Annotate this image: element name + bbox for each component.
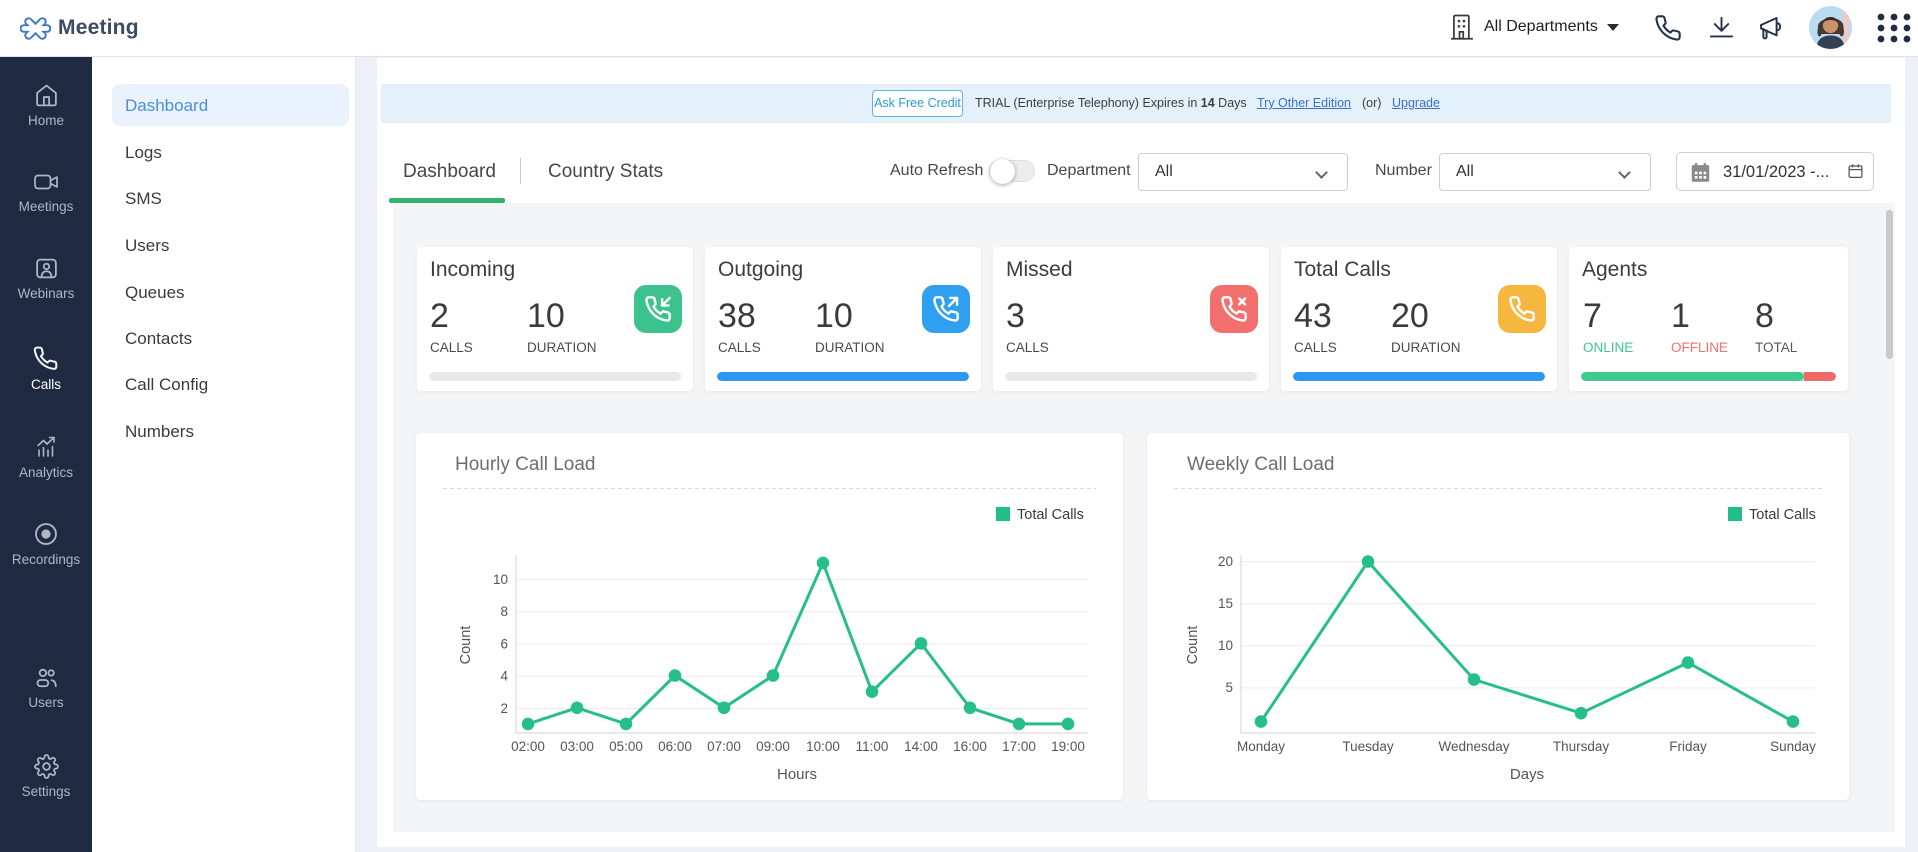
- svg-text:03:00: 03:00: [560, 739, 594, 754]
- svg-text:02:00: 02:00: [511, 739, 545, 754]
- svg-text:14:00: 14:00: [904, 739, 938, 754]
- svg-text:Hourly Call Load: Hourly Call Load: [455, 454, 595, 475]
- svg-text:06:00: 06:00: [658, 739, 692, 754]
- svg-text:Total Calls: Total Calls: [1017, 507, 1084, 523]
- svg-text:Weekly Call Load: Weekly Call Load: [1187, 454, 1335, 475]
- svg-text:Days: Days: [1510, 766, 1544, 783]
- svg-text:Tuesday: Tuesday: [1342, 739, 1394, 754]
- svg-text:Count: Count: [1185, 626, 1201, 665]
- svg-text:07:00: 07:00: [707, 739, 741, 754]
- svg-text:4: 4: [500, 669, 508, 684]
- svg-text:11:00: 11:00: [856, 739, 889, 754]
- svg-text:Monday: Monday: [1237, 739, 1285, 754]
- svg-text:6: 6: [500, 637, 508, 652]
- svg-text:Wednesday: Wednesday: [1438, 739, 1509, 754]
- svg-text:2: 2: [500, 701, 508, 716]
- svg-text:05:00: 05:00: [609, 739, 643, 754]
- svg-text:16:00: 16:00: [953, 739, 987, 754]
- svg-text:Friday: Friday: [1669, 739, 1707, 754]
- svg-text:Hours: Hours: [777, 766, 817, 783]
- svg-text:Thursday: Thursday: [1553, 739, 1610, 754]
- svg-text:19:00: 19:00: [1051, 739, 1085, 754]
- svg-text:15: 15: [1218, 596, 1233, 611]
- svg-text:Count: Count: [458, 626, 474, 665]
- svg-text:17:00: 17:00: [1002, 739, 1036, 754]
- svg-text:09:00: 09:00: [756, 739, 790, 754]
- svg-text:10: 10: [1218, 638, 1233, 653]
- svg-text:10: 10: [493, 572, 508, 587]
- svg-text:5: 5: [1225, 680, 1233, 695]
- svg-text:Sunday: Sunday: [1770, 739, 1816, 754]
- svg-text:Total Calls: Total Calls: [1749, 507, 1816, 523]
- svg-text:8: 8: [500, 604, 508, 619]
- svg-text:20: 20: [1218, 554, 1233, 569]
- svg-text:10:00: 10:00: [806, 739, 840, 754]
